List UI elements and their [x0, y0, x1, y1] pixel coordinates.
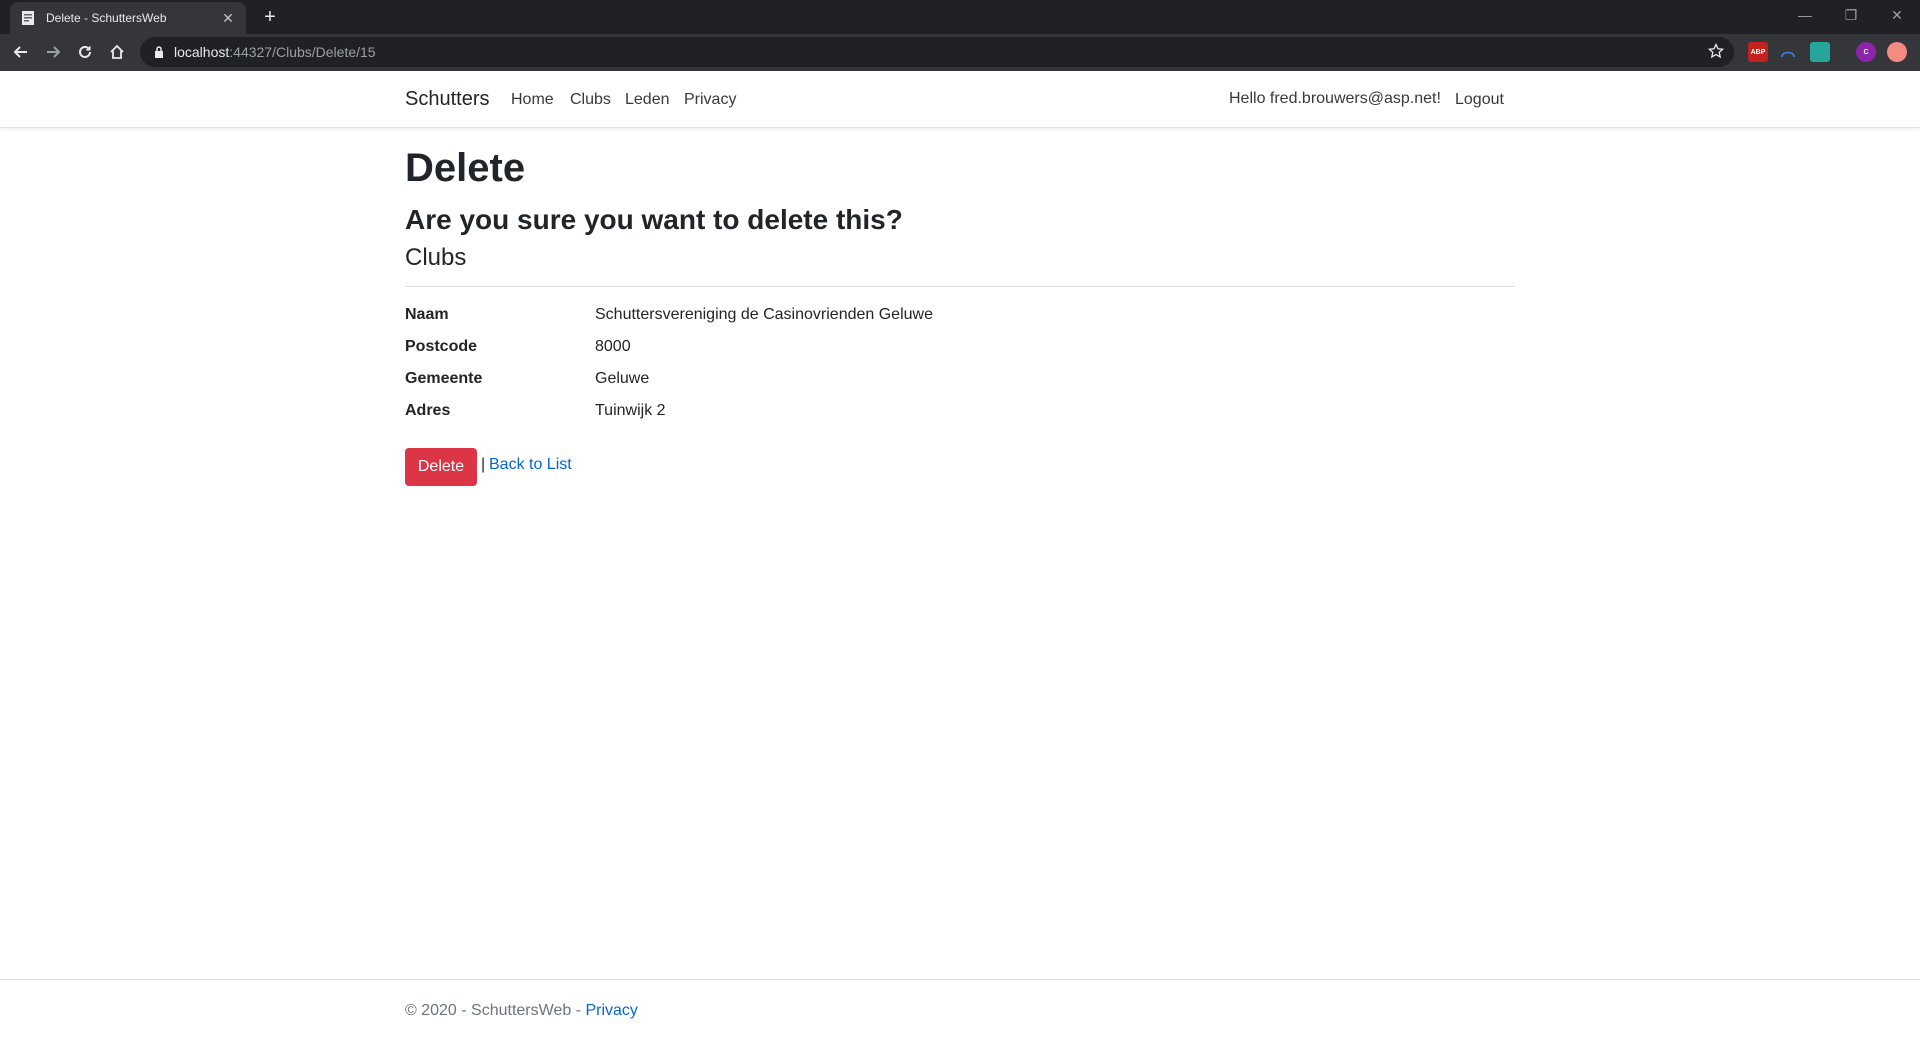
reload-icon[interactable] — [71, 38, 99, 66]
browser-tab-strip: Delete - SchuttersWeb ✕ + — ❐ ✕ — [0, 0, 1920, 34]
back-arrow-icon[interactable] — [7, 38, 35, 66]
address-bar[interactable]: localhost:44327/Clubs/Delete/15 — [140, 37, 1734, 67]
window-close-icon[interactable]: ✕ — [1874, 0, 1920, 30]
site-navbar: Schutters Home Clubs Leden Privacy Hello… — [0, 71, 1920, 128]
detail-row: Gemeente Geluwe — [405, 370, 1515, 396]
logout-button[interactable]: Logout — [1455, 91, 1504, 109]
extension-icon[interactable] — [1810, 42, 1830, 62]
profile-avatar-icon[interactable]: C — [1856, 42, 1876, 62]
page-title: Delete — [405, 146, 526, 190]
detail-value: Schuttersvereniging de Casinovrienden Ge… — [595, 306, 933, 323]
delete-button[interactable]: Delete — [405, 448, 477, 486]
detail-row: Postcode 8000 — [405, 338, 1515, 364]
close-tab-icon[interactable]: ✕ — [220, 10, 236, 27]
browser-tab[interactable]: Delete - SchuttersWeb ✕ — [10, 2, 246, 34]
footer: © 2020 - SchuttersWeb - Privacy — [0, 979, 1920, 1040]
url-path: :44327/Clubs/Delete/15 — [229, 44, 376, 60]
footer-privacy-link[interactable]: Privacy — [585, 1002, 637, 1019]
nav-link-home[interactable]: Home — [511, 91, 554, 109]
user-greeting[interactable]: Hello fred.brouwers@asp.net! — [1229, 90, 1441, 108]
copyright-text: © 2020 - SchuttersWeb - — [405, 1002, 586, 1019]
nav-link-leden[interactable]: Leden — [625, 91, 670, 109]
navbar-brand[interactable]: Schutters — [405, 88, 489, 111]
detail-label: Naam — [405, 306, 449, 323]
bookmark-star-icon[interactable] — [1707, 42, 1725, 64]
back-to-list-link[interactable]: Back to List — [489, 456, 572, 474]
detail-value: Geluwe — [595, 370, 650, 387]
forward-arrow-icon[interactable] — [39, 38, 67, 66]
detail-value: 8000 — [595, 338, 631, 355]
browser-toolbar: localhost:44327/Clubs/Delete/15 ABP C — [0, 34, 1920, 71]
divider — [405, 286, 1515, 287]
detail-label: Postcode — [405, 338, 478, 355]
tab-title: Delete - SchuttersWeb — [46, 11, 167, 25]
detail-label: Adres — [405, 402, 451, 419]
entity-heading: Clubs — [405, 244, 467, 271]
detail-row: Naam Schuttersvereniging de Casinovriend… — [405, 306, 1515, 332]
confirm-question: Are you sure you want to delete this? — [405, 204, 903, 235]
url-host: localhost — [174, 44, 230, 60]
new-tab-icon[interactable]: + — [258, 6, 282, 30]
lock-icon — [154, 46, 164, 58]
detail-label: Gemeente — [405, 370, 483, 387]
nav-link-clubs[interactable]: Clubs — [570, 91, 611, 109]
extension-icon[interactable] — [1778, 42, 1798, 62]
minimize-icon[interactable]: — — [1782, 0, 1828, 30]
separator: | — [481, 456, 486, 473]
nav-link-privacy[interactable]: Privacy — [684, 91, 736, 109]
extension-icon[interactable] — [1887, 42, 1907, 62]
page-icon — [20, 10, 36, 26]
footer-text: © 2020 - SchuttersWeb - Privacy — [405, 1002, 638, 1020]
adblock-extension-icon[interactable]: ABP — [1748, 42, 1768, 62]
home-icon[interactable] — [103, 38, 131, 66]
restore-icon[interactable]: ❐ — [1828, 0, 1874, 30]
detail-row: Adres Tuinwijk 2 — [405, 402, 1515, 428]
detail-value: Tuinwijk 2 — [595, 402, 666, 419]
